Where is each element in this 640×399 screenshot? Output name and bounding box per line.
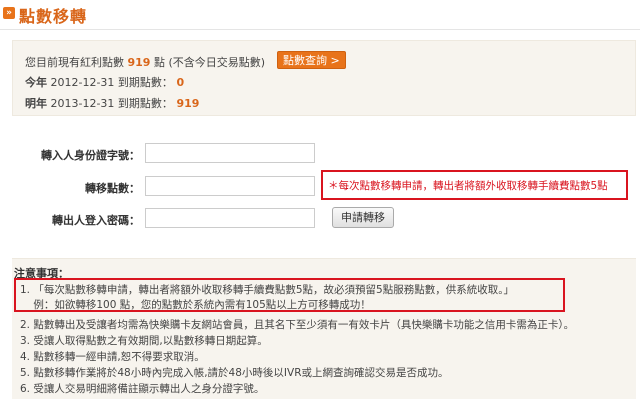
note-item-6: 6. 受讓人交易明細將備註顯示轉出人之身分證字號。 xyxy=(20,383,265,395)
current-points-label: 您目前現有紅利點數 xyxy=(25,56,124,69)
fee-notice-box: ＊每次點數移轉申請，轉出者將額外收取移轉手續費點數5點 xyxy=(321,170,628,200)
next-year-label: 明年 xyxy=(25,97,47,110)
title-bar: » 點數移轉 xyxy=(0,0,640,30)
points-summary-panel: 您目前現有紅利點數 919 點 (不含今日交易點數) 點數查詢 > 今年 201… xyxy=(12,40,636,116)
next-year-expiry-date: 2013-12-31 到期點數： xyxy=(50,97,173,110)
recipient-id-label: 轉入人身份證字號： xyxy=(41,149,140,162)
note-item-3: 3. 受讓人取得點數之有效期間,以點數移轉日期起算。 xyxy=(20,335,268,347)
this-year-expiry-row: 今年 2012-12-31 到期點數： 0 xyxy=(25,74,184,90)
page-title: 點數移轉 xyxy=(19,7,88,26)
this-year-expiry-date: 2012-12-31 到期點數： xyxy=(50,76,173,89)
note-item-4: 4. 點數移轉一經申請,恕不得要求取消。 xyxy=(20,351,205,363)
next-year-expiry-row: 明年 2013-12-31 到期點數： 919 xyxy=(25,95,199,111)
next-year-expiry-points: 919 xyxy=(176,97,200,110)
points-query-button[interactable]: 點數查詢 > xyxy=(277,51,346,69)
current-points-note: 點 (不含今日交易點數) xyxy=(153,56,266,69)
current-points-value: 919 xyxy=(127,56,151,69)
apply-transfer-button[interactable]: 申請轉移 xyxy=(332,207,394,228)
recipient-id-input[interactable] xyxy=(145,143,315,163)
note-item-1-example: 例：如欲轉移100 點，您的點數於系統內需有105點以上方可移轉成功！ xyxy=(20,299,371,311)
password-input[interactable] xyxy=(145,208,315,228)
this-year-expiry-points: 0 xyxy=(176,76,185,89)
note-item-1: 1. 「每次點數移轉申請，轉出者將額外收取移轉手續費點數5點，故必須預留5點服務… xyxy=(20,284,514,296)
this-year-label: 今年 xyxy=(25,76,47,89)
note-item-5: 5. 點數移轉作業將於48小時內完成入帳,請於48小時後以IVR或上網查詢確認交… xyxy=(20,367,449,379)
password-label: 轉出人登入密碼： xyxy=(52,214,140,227)
note-item-2: 2. 點數轉出及受讓者均需為快樂購卡友網站會員，且其名下至少須有一有效卡片（具快… xyxy=(20,319,575,331)
fee-notice-text: ＊每次點數移轉申請，轉出者將額外收取移轉手續費點數5點 xyxy=(328,180,608,192)
current-points-row: 您目前現有紅利點數 919 點 (不含今日交易點數) xyxy=(25,54,265,70)
transfer-points-input[interactable] xyxy=(145,176,315,196)
arrow-icon: » xyxy=(3,7,15,19)
transfer-points-label: 轉移點數： xyxy=(85,182,140,195)
